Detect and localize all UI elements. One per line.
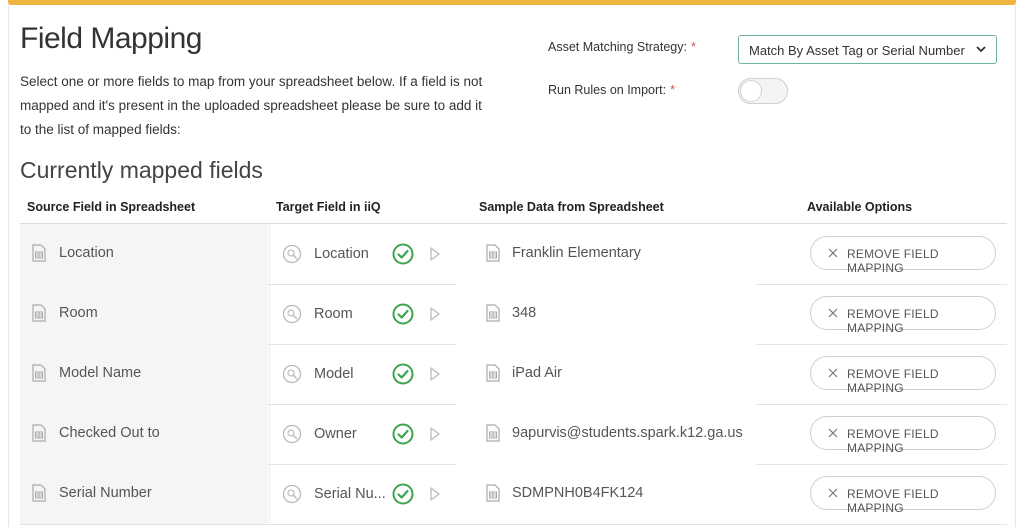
sample-data-value: Franklin Elementary xyxy=(512,245,641,261)
source-field-cell: Location xyxy=(20,224,268,284)
field-target-icon xyxy=(282,364,302,384)
target-field-name: Serial Nu... xyxy=(314,486,386,502)
column-header-target: Target Field in iiQ xyxy=(276,200,381,214)
check-circle-icon xyxy=(392,483,414,505)
spreadsheet-doc-icon xyxy=(32,304,46,322)
table-row: Serial Number Serial Nu... SDMPNH0B4FK12… xyxy=(20,464,1007,525)
column-header-options: Available Options xyxy=(807,200,913,214)
target-field-name: Location xyxy=(314,246,369,262)
run-rules-text: Run Rules on Import: xyxy=(548,83,667,97)
source-field-name: Checked Out to xyxy=(59,425,160,441)
source-field-cell: Room xyxy=(20,284,268,344)
spreadsheet-doc-icon xyxy=(486,364,500,382)
sample-data-value: 348 xyxy=(512,305,537,321)
sample-data-cell: Franklin Elementary xyxy=(456,224,756,284)
spreadsheet-doc-icon xyxy=(32,244,46,262)
target-field-cell[interactable]: Location xyxy=(269,225,457,283)
chevron-right-icon[interactable] xyxy=(429,487,441,501)
remove-field-mapping-button[interactable]: REMOVE FIELD MAPPING xyxy=(810,236,996,275)
close-icon xyxy=(828,308,838,318)
sample-data-cell: SDMPNH0B4FK124 xyxy=(456,464,756,524)
page-title: Field Mapping xyxy=(20,22,202,55)
asset-matching-strategy-select[interactable]: Match By Asset Tag or Serial Number xyxy=(738,35,997,64)
check-circle-icon xyxy=(392,303,414,325)
check-circle-icon xyxy=(392,423,414,445)
chevron-down-icon xyxy=(976,46,986,53)
remove-field-mapping-label: REMOVE FIELD MAPPING xyxy=(847,367,939,395)
check-circle-icon xyxy=(392,243,414,265)
asset-matching-strategy-value: Match By Asset Tag or Serial Number xyxy=(749,43,965,58)
table-row: Model Name Model iPad Air REMOVE FIELD M… xyxy=(20,344,1007,405)
section-title: Currently mapped fields xyxy=(20,157,263,183)
source-field-name: Model Name xyxy=(59,365,142,381)
toggle-knob xyxy=(740,80,762,102)
target-field-name: Owner xyxy=(314,426,357,442)
close-icon xyxy=(828,368,838,378)
spreadsheet-doc-icon xyxy=(32,364,46,382)
required-marker: * xyxy=(670,83,675,97)
remove-field-mapping-button[interactable]: REMOVE FIELD MAPPING xyxy=(810,416,996,455)
asset-matching-strategy-text: Asset Matching Strategy: xyxy=(548,40,687,54)
table-row: Location Location Franklin Elementary RE… xyxy=(20,224,1007,285)
chevron-right-icon[interactable] xyxy=(429,307,441,321)
remove-field-mapping-label: REMOVE FIELD MAPPING xyxy=(847,247,939,275)
source-field-name: Location xyxy=(59,245,114,261)
remove-field-mapping-button[interactable]: REMOVE FIELD MAPPING xyxy=(810,476,996,515)
run-rules-label: Run Rules on Import: * xyxy=(548,83,675,97)
remove-field-mapping-label: REMOVE FIELD MAPPING xyxy=(847,427,939,455)
close-icon xyxy=(828,248,838,258)
field-target-icon xyxy=(282,424,302,444)
table-row: Checked Out to Owner 9apurvis@students.s… xyxy=(20,404,1007,465)
source-field-name: Room xyxy=(59,305,98,321)
spreadsheet-doc-icon xyxy=(486,304,500,322)
field-target-icon xyxy=(282,484,302,504)
required-marker: * xyxy=(690,40,696,54)
spreadsheet-doc-icon xyxy=(486,424,500,442)
check-circle-icon xyxy=(392,363,414,385)
target-field-cell[interactable]: Room xyxy=(269,285,457,343)
source-field-cell: Model Name xyxy=(20,344,268,404)
spreadsheet-doc-icon xyxy=(486,484,500,502)
chevron-right-icon[interactable] xyxy=(429,247,441,261)
remove-field-mapping-button[interactable]: REMOVE FIELD MAPPING xyxy=(810,356,996,395)
target-field-cell[interactable]: Owner xyxy=(269,405,457,463)
table-row: Room Room 348 REMOVE FIELD MAPPING xyxy=(20,284,1007,345)
target-field-name: Room xyxy=(314,306,353,322)
source-field-name: Serial Number xyxy=(59,485,152,501)
target-field-cell[interactable]: Model xyxy=(269,345,457,403)
sample-data-cell: 348 xyxy=(456,284,756,344)
chevron-right-icon[interactable] xyxy=(429,367,441,381)
sample-data-value: iPad Air xyxy=(512,365,562,381)
page-description: Select one or more fields to map from yo… xyxy=(20,74,483,137)
sample-data-cell: iPad Air xyxy=(456,344,756,404)
remove-field-mapping-button[interactable]: REMOVE FIELD MAPPING xyxy=(810,296,996,335)
field-target-icon xyxy=(282,244,302,264)
remove-field-mapping-label: REMOVE FIELD MAPPING xyxy=(847,487,939,515)
source-field-cell: Serial Number xyxy=(20,464,268,524)
column-header-sample: Sample Data from Spreadsheet xyxy=(479,200,664,214)
close-icon xyxy=(828,428,838,438)
sample-data-value: SDMPNH0B4FK124 xyxy=(512,485,644,501)
column-header-source: Source Field in Spreadsheet xyxy=(27,200,196,214)
asset-matching-strategy-label: Asset Matching Strategy: * xyxy=(548,40,696,54)
close-icon xyxy=(828,488,838,498)
field-target-icon xyxy=(282,304,302,324)
target-field-name: Model xyxy=(314,366,354,382)
target-field-cell[interactable]: Serial Nu... xyxy=(269,465,457,523)
spreadsheet-doc-icon xyxy=(486,244,500,262)
spreadsheet-doc-icon xyxy=(32,424,46,442)
sample-data-cell: 9apurvis@students.spark.k12.ga.us xyxy=(456,404,756,464)
chevron-right-icon[interactable] xyxy=(429,427,441,441)
run-rules-toggle[interactable] xyxy=(738,78,788,104)
source-field-cell: Checked Out to xyxy=(20,404,268,464)
sample-data-value: 9apurvis@students.spark.k12.ga.us xyxy=(512,425,743,441)
spreadsheet-doc-icon xyxy=(32,484,46,502)
remove-field-mapping-label: REMOVE FIELD MAPPING xyxy=(847,307,939,335)
